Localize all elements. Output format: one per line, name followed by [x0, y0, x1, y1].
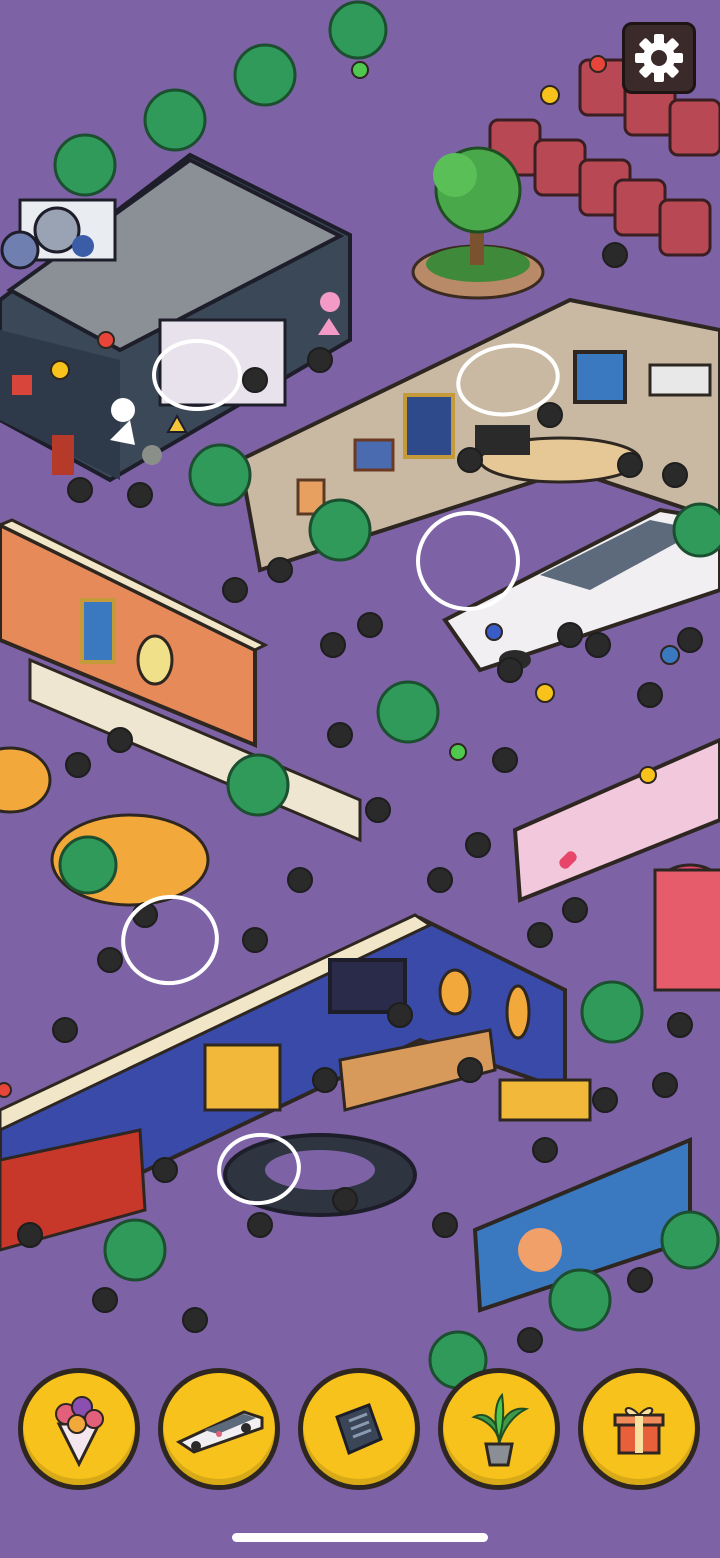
gear-icon: [635, 34, 683, 82]
potted-plant-icon: [471, 1392, 530, 1467]
gift-box-button[interactable]: [578, 1368, 700, 1490]
wallet-icon: [335, 1403, 383, 1456]
wallet-button[interactable]: [298, 1368, 420, 1490]
game-scene[interactable]: [0, 0, 720, 1558]
limousine-icon: [175, 1410, 264, 1454]
potted-plant-button[interactable]: [438, 1368, 560, 1490]
flower-bouquet-button[interactable]: [18, 1368, 140, 1490]
home-indicator[interactable]: [232, 1533, 488, 1542]
item-bar: [0, 1368, 720, 1498]
settings-button[interactable]: [622, 22, 696, 94]
flower-bouquet-icon: [55, 1396, 104, 1468]
limousine-button[interactable]: [158, 1368, 280, 1490]
gift-box-icon: [613, 1407, 665, 1455]
